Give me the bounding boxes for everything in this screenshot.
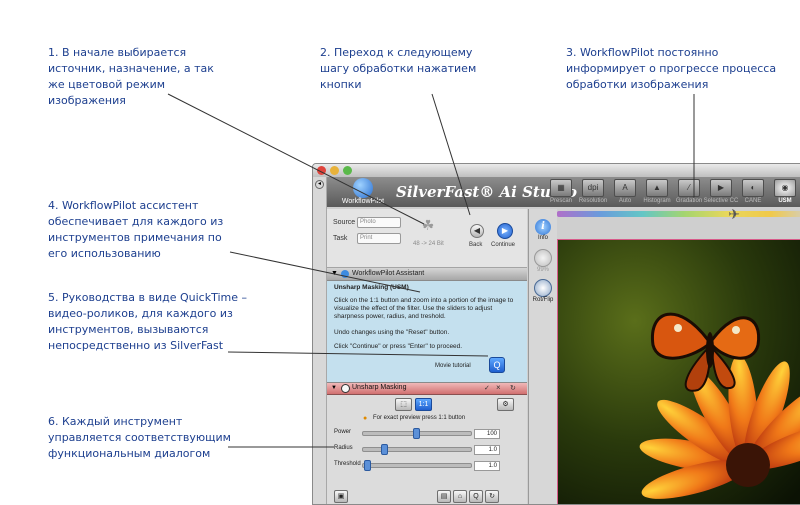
save-icon[interactable]: ▣ — [334, 490, 348, 503]
callout-6-tool-dialog: 6. Каждый инструмент управляется соответ… — [48, 415, 231, 460]
title-bar — [313, 164, 800, 177]
assistant-continue-note: Click "Continue" or press "Enter" to pro… — [334, 343, 463, 350]
toolbar-header: WorkflowPilot SilverFast® Ai Studio ▦ Pre… — [327, 177, 800, 207]
preview-workarea: ✈ — [557, 206, 800, 504]
collapse-rail: ◂ — [313, 177, 327, 504]
fit-view-icon[interactable]: ⬚ — [395, 398, 412, 411]
palm-preview-icon: ☘ — [421, 217, 435, 233]
callout-1-source-selection: 1. В начале выбирается источник, назначе… — [48, 46, 214, 107]
rotflip-label: Rot/Flip — [532, 297, 554, 303]
workflowpilot-logo[interactable]: WorkflowPilot — [333, 178, 393, 205]
callout-2-continue-step: 2. Переход к следующему шагу обработки н… — [320, 46, 477, 91]
continue-arrow-icon[interactable]: ▶ — [497, 223, 513, 239]
assistant-instructions: Click on the 1:1 button and zoom into a … — [334, 297, 514, 320]
continue-button-label[interactable]: Continue — [491, 242, 515, 248]
assistant-heading: Unsharp Masking (USM) — [334, 284, 409, 291]
book-icon[interactable]: ▤ — [437, 490, 451, 503]
collapse-triangle-icon[interactable]: ▼ — [331, 385, 337, 391]
back-button-label[interactable]: Back — [469, 242, 482, 248]
slider-value-threshold[interactable]: 1.0 — [474, 461, 500, 471]
workflow-progress-bar — [557, 211, 800, 217]
settings-icon[interactable]: ⚙ — [497, 398, 514, 411]
slider-value-radius[interactable]: 1.0 — [474, 445, 500, 455]
bit-depth-label: 48 -> 24 Bit — [413, 241, 444, 247]
info-label: Info — [537, 235, 548, 241]
task-select[interactable]: Print — [357, 233, 401, 244]
close-icon[interactable]: × — [496, 383, 501, 392]
silverfast-window: ◂ WorkflowPilot SilverFast® Ai Studio ▦ P… — [312, 163, 800, 505]
globe-icon — [353, 178, 373, 198]
zoom-label: 99% — [536, 267, 549, 273]
slider-value-power[interactable]: 100 — [474, 429, 500, 439]
quicktime-icon[interactable]: Q — [489, 357, 505, 373]
warning-icon: ● — [363, 415, 368, 422]
callout-5-movie-tutorials: 5. Руководства в виде QuickTime – видео-… — [48, 291, 248, 352]
tool-usm-icon: ◉ — [774, 179, 796, 197]
tool-cane-icon: ◐ — [742, 179, 764, 197]
rail-toggle-icon[interactable]: ◂ — [315, 180, 324, 189]
compass-icon — [534, 279, 552, 297]
info-tool[interactable]: i Info — [532, 219, 554, 241]
task-label: Task — [333, 235, 348, 242]
tool-histogram-icon: ▲ — [646, 179, 668, 197]
assistant-panel: Unsharp Masking (USM) Click on the 1:1 b… — [327, 281, 527, 383]
usm-title: Unsharp Masking — [352, 384, 407, 391]
source-label: Source — [333, 219, 356, 226]
assistant-title: WorkflowPilot Assistant — [352, 270, 425, 277]
zoom-tool[interactable]: 99% — [532, 249, 554, 273]
source-select[interactable]: Photo — [357, 217, 401, 228]
reset-icon[interactable]: ↻ — [510, 384, 516, 392]
rotate-flip-tool[interactable]: Rot/Flip — [532, 279, 554, 303]
zoom-window-button[interactable] — [343, 166, 352, 175]
preview-photo[interactable] — [557, 239, 800, 504]
airplane-progress-icon: ✈ — [728, 206, 740, 222]
globe-small-icon — [341, 270, 349, 278]
slider-knob-radius[interactable] — [380, 444, 388, 455]
slider-knob-threshold[interactable] — [364, 460, 372, 471]
slider-track-threshold[interactable] — [362, 463, 472, 468]
movie-tutorial-label: Movie tutorial — [435, 363, 471, 369]
slider-label-radius: Radius — [334, 445, 353, 451]
slider-knob-power[interactable] — [413, 428, 420, 439]
check-icon[interactable]: ✓ — [484, 384, 490, 392]
source-task-panel: Source Photo Task Print ☘ 48 -> 24 Bit ◀… — [327, 209, 527, 268]
refresh-icon[interactable]: ↻ — [485, 490, 499, 503]
graduation-icon[interactable]: ⌂ — [453, 490, 467, 503]
tool-prescan-icon: ▦ — [550, 179, 572, 197]
side-tool-column: i Info 99% Rot/Flip — [528, 209, 558, 504]
minimize-window-button[interactable] — [330, 166, 339, 175]
assistant-header: ▼ WorkflowPilot Assistant — [327, 268, 527, 281]
one-to-one-button[interactable]: 1:1 — [415, 398, 432, 411]
tool-auto-icon: A — [614, 179, 636, 197]
collapse-triangle-icon[interactable]: ▼ — [331, 270, 338, 277]
slider-label-power: Power — [334, 429, 352, 435]
usm-icon — [341, 384, 350, 393]
quicktime-small-icon[interactable]: Q — [469, 490, 483, 503]
assistant-undo-note: Undo changes using the "Reset" button. — [334, 329, 450, 336]
info-icon: i — [535, 219, 551, 235]
slider-label-threshold: Threshold — [334, 461, 361, 467]
usm-header: ▼ Unsharp Masking ✓ × ↻ — [327, 383, 527, 395]
tool-label: USM — [778, 198, 792, 204]
workflowpilot-label: WorkflowPilot — [341, 198, 385, 205]
slider-track-radius[interactable] — [362, 447, 472, 452]
butterfly-flower-image — [558, 240, 800, 504]
tool-selective-cc-icon: ▶ — [710, 179, 732, 197]
close-window-button[interactable] — [317, 166, 326, 175]
tool-usm[interactable]: ◉ USM — [765, 179, 800, 204]
usm-panel: ⬚ 1:1 ⚙ ● For exact preview press 1:1 bu… — [327, 395, 527, 504]
callout-3-progress: 3. WorkflowPilot постоянно информирует о… — [566, 46, 777, 91]
magnifier-icon — [534, 249, 552, 267]
preview-hint: For exact preview press 1:1 button — [373, 415, 466, 421]
tool-resolution-icon: dpi — [582, 179, 604, 197]
back-arrow-icon[interactable]: ◀ — [470, 224, 484, 238]
tool-gradation-icon: ⁄ — [678, 179, 700, 197]
callout-4-assistant: 4. WorkflowPilot ассистент обеспечивает … — [48, 199, 224, 260]
